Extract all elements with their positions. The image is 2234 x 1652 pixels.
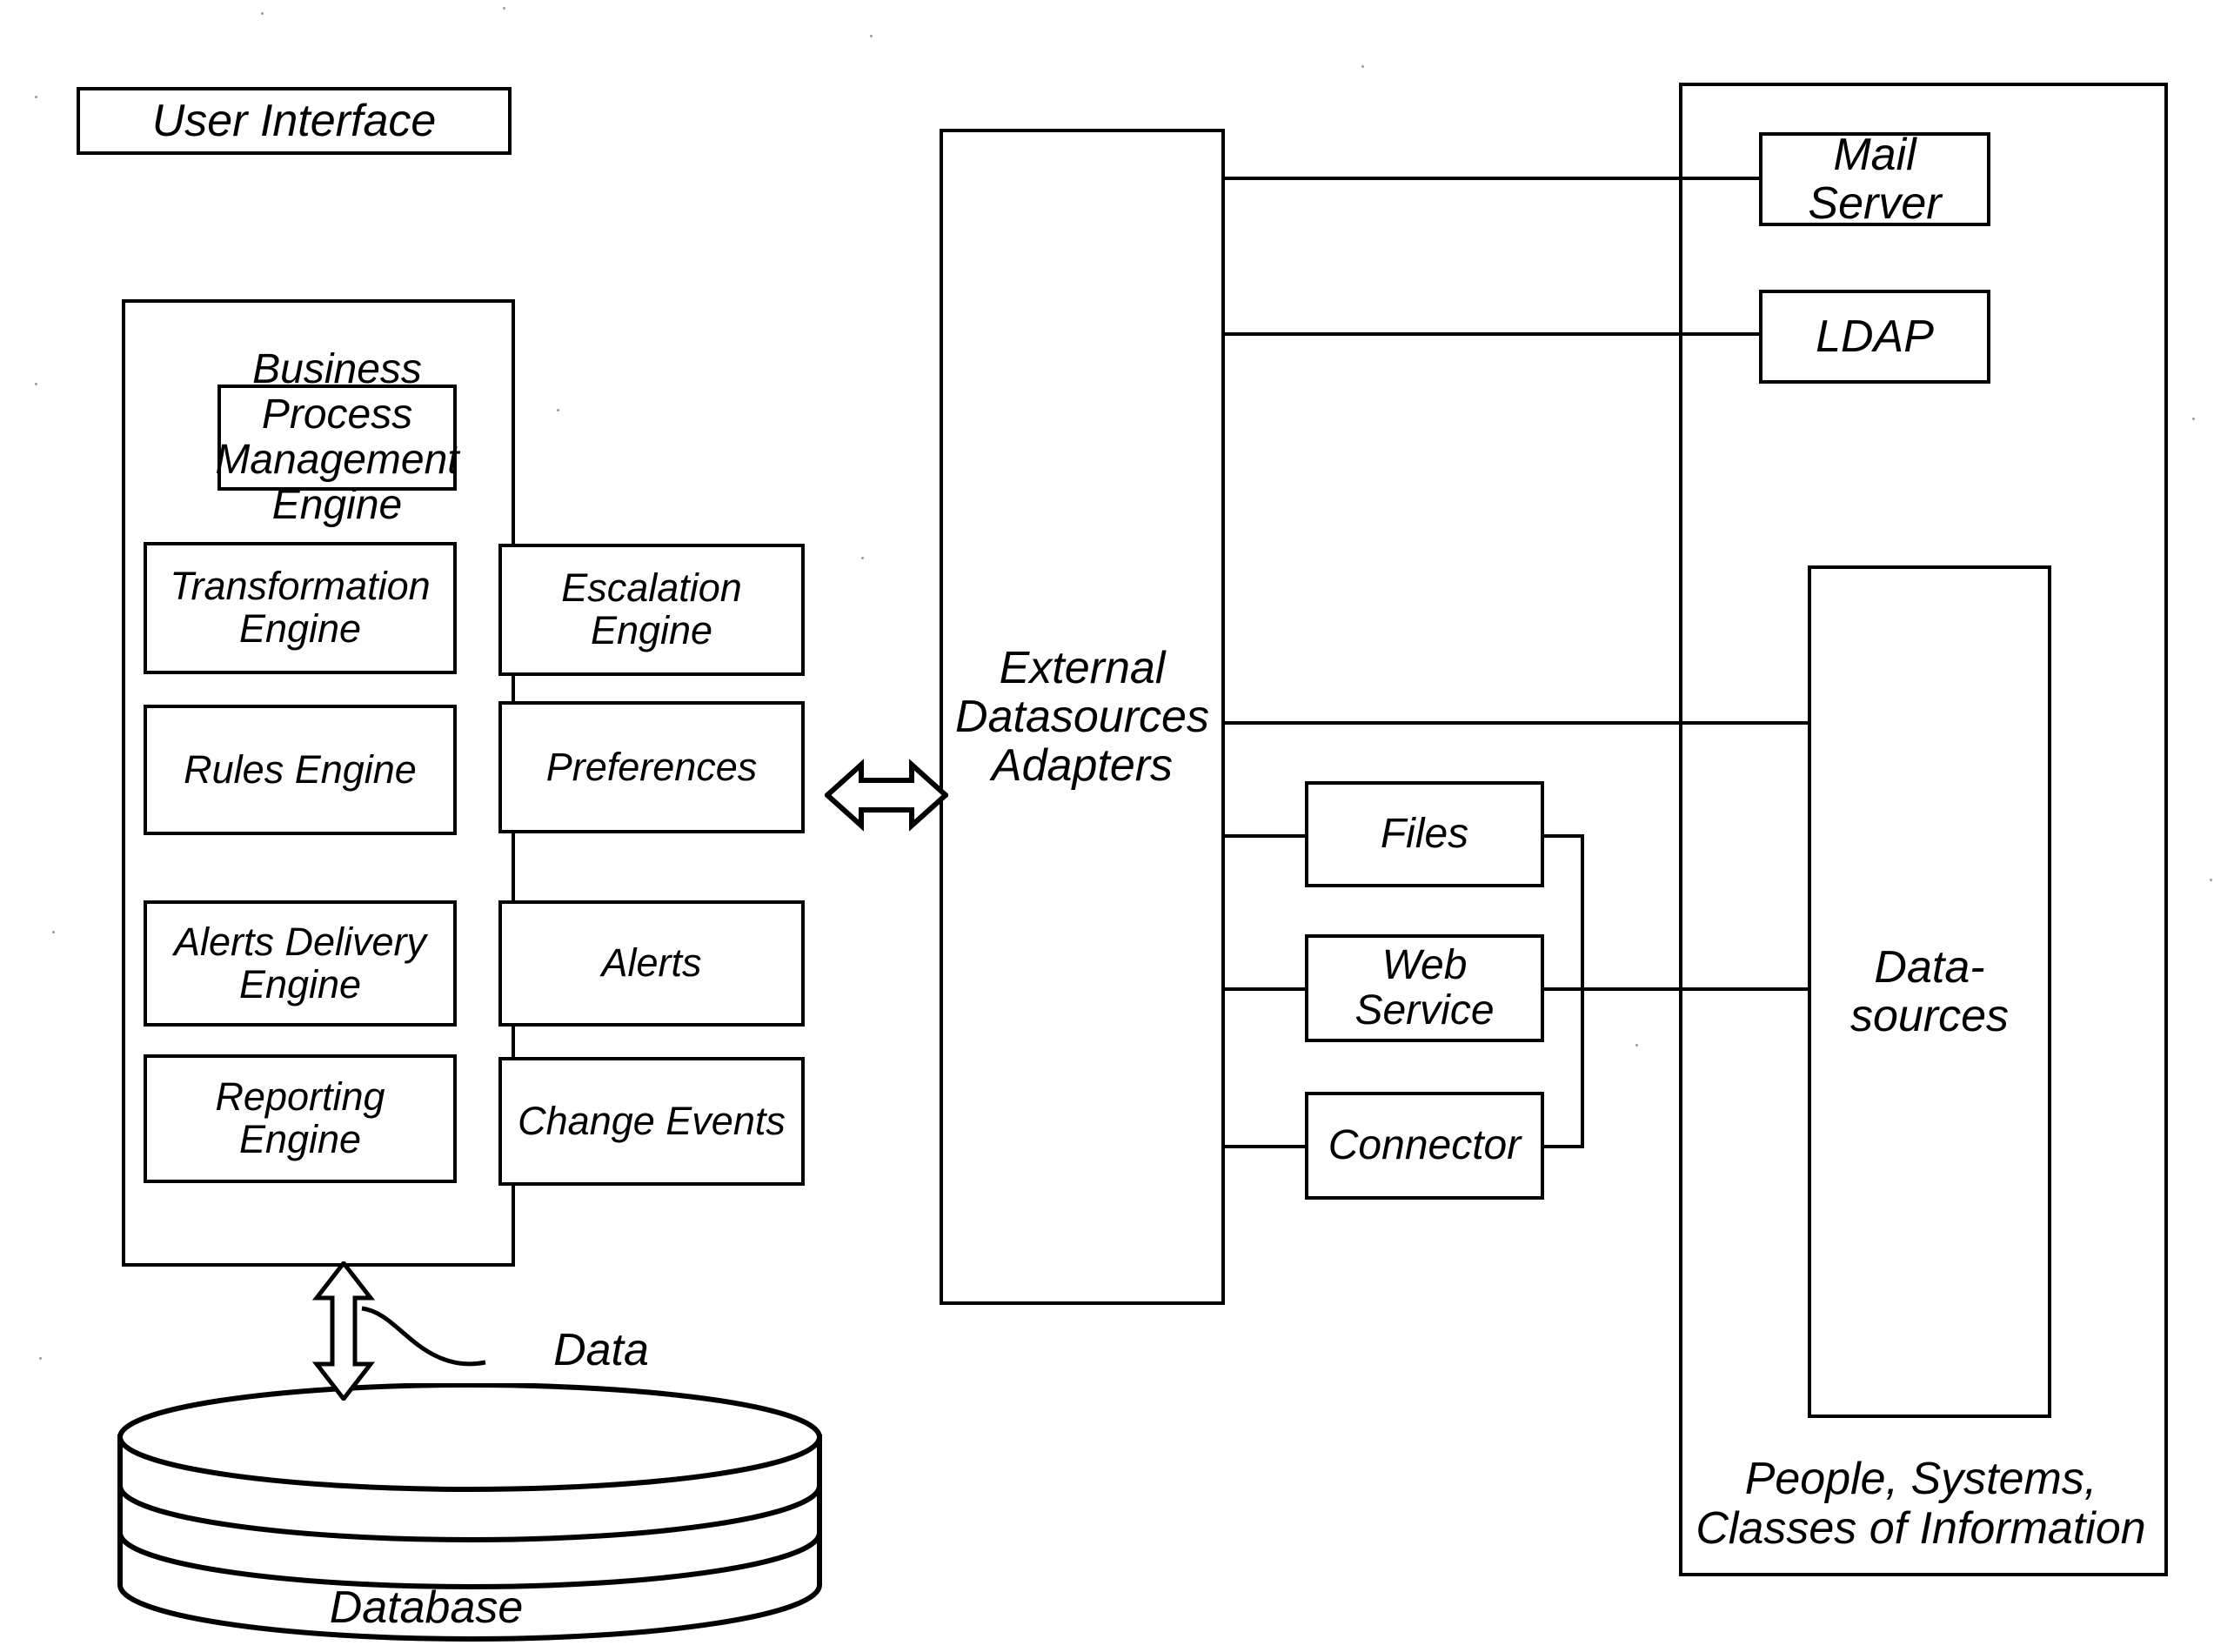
scan-speck <box>35 383 37 385</box>
line-adapters-to-ldap <box>1221 332 1762 336</box>
line-adapters-to-web-service <box>1221 987 1308 991</box>
line-adapters-to-datasources <box>1221 721 1811 725</box>
module-escalation-engine[interactable]: Escalation Engine <box>498 544 805 676</box>
bpm-engine-label: Business Process Management Engine <box>215 346 459 528</box>
module-preferences[interactable]: Preferences <box>498 701 805 833</box>
line-adapters-to-files <box>1221 834 1308 838</box>
scan-speck <box>2192 418 2195 420</box>
scan-speck <box>39 1357 42 1360</box>
line-web-service-to-datasources <box>1541 987 1811 991</box>
datasources-label: Data- sources <box>1849 941 2010 1041</box>
scan-speck <box>2210 879 2212 881</box>
scan-speck <box>870 35 873 37</box>
module-label: Alerts Delivery Engine <box>173 919 427 1007</box>
datasources-box[interactable]: Data- sources <box>1808 565 2051 1418</box>
endpoint-files-box[interactable]: Files <box>1305 781 1544 887</box>
module-label: Change Events <box>518 1098 786 1143</box>
endpoint-label: Connector <box>1328 1122 1522 1169</box>
mail-server-box[interactable]: Mail Server <box>1759 129 1990 229</box>
scan-speck <box>261 12 264 15</box>
scan-speck <box>1361 65 1364 68</box>
user-interface-label: User Interface <box>151 95 437 146</box>
module-reporting-engine[interactable]: Reporting Engine <box>144 1054 457 1183</box>
line-connector-out <box>1541 1145 1584 1148</box>
module-label: Preferences <box>545 744 758 789</box>
scan-speck <box>35 96 37 98</box>
ldap-label: LDAP <box>1816 311 1934 362</box>
user-interface-box[interactable]: User Interface <box>77 87 512 155</box>
diagram-canvas: User Interface Business Process Manageme… <box>0 0 2234 1652</box>
module-label: Escalation Engine <box>561 565 742 652</box>
scan-speck <box>1635 1044 1638 1047</box>
bpm-engine-box[interactable]: Business Process Management Engine <box>215 347 458 527</box>
database-label: Database <box>329 1582 524 1633</box>
scan-speck <box>52 931 55 933</box>
endpoint-connector-box[interactable]: Connector <box>1305 1092 1544 1200</box>
endpoint-label: Web Service <box>1354 942 1495 1033</box>
module-alerts-delivery-engine[interactable]: Alerts Delivery Engine <box>144 900 457 1027</box>
scan-speck <box>861 557 864 559</box>
scan-speck <box>557 409 559 411</box>
scan-speck <box>503 7 505 10</box>
data-leader-line <box>361 1306 486 1367</box>
adapters-label: External Datasources Adapters <box>955 642 1209 792</box>
line-files-out <box>1541 834 1584 838</box>
line-endpoints-bus <box>1581 834 1584 1148</box>
line-adapters-to-connector <box>1221 1145 1308 1148</box>
endpoint-label: Files <box>1380 811 1469 858</box>
mail-server-label: Mail Server <box>1808 129 1942 229</box>
module-label: Rules Engine <box>184 746 417 792</box>
module-change-events[interactable]: Change Events <box>498 1057 805 1186</box>
engine-adapters-double-arrow <box>825 759 948 832</box>
module-label: Reporting Engine <box>215 1074 385 1161</box>
module-rules-engine[interactable]: Rules Engine <box>144 705 457 835</box>
external-datasources-adapters-box[interactable]: External Datasources Adapters <box>940 129 1225 1305</box>
external-world-caption: People, Systems, Classes of Information <box>1696 1454 2146 1555</box>
module-label: Transformation Engine <box>170 564 431 651</box>
module-alerts[interactable]: Alerts <box>498 900 805 1027</box>
line-adapters-to-mail-server <box>1221 177 1762 180</box>
module-label: Alerts <box>601 940 702 986</box>
endpoint-web-service-box[interactable]: Web Service <box>1305 934 1544 1042</box>
ldap-box[interactable]: LDAP <box>1759 290 1990 384</box>
module-transformation-engine[interactable]: Transformation Engine <box>144 542 457 674</box>
